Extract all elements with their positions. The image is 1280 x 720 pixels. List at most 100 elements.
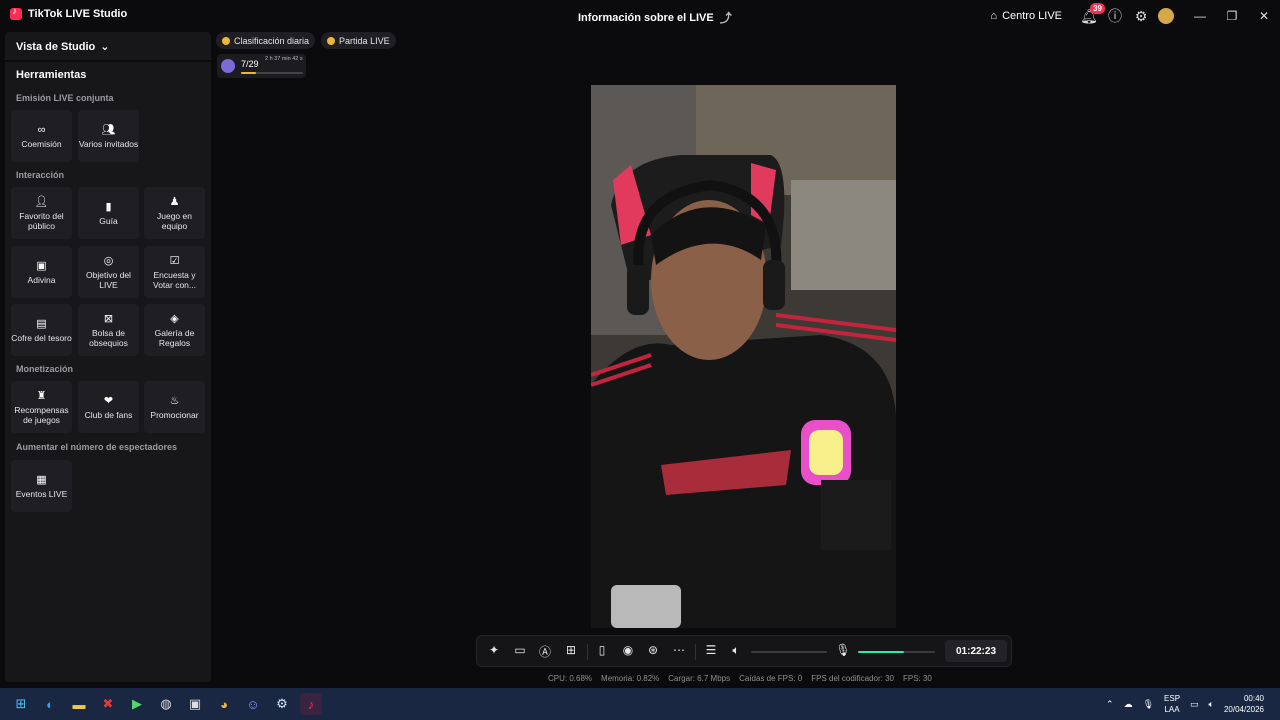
- edge-browser-icon[interactable]: ◐: [39, 693, 61, 715]
- tool-label: Recompensas de juegos: [14, 404, 69, 425]
- volume-icon[interactable]: 🔈︎: [1209, 699, 1214, 710]
- upload-stat: Cargar: 6.7 Mbps: [668, 674, 731, 683]
- tool-eventos[interactable]: ▦ Eventos LIVE: [11, 460, 72, 512]
- speaker-volume-slider[interactable]: [751, 651, 827, 653]
- tool-juego-equipo[interactable]: ♟ Juego en equipo: [144, 187, 205, 239]
- mic-tray-icon[interactable]: 🎙︎: [1143, 699, 1154, 710]
- live-video-preview[interactable]: [591, 85, 896, 628]
- section-joint-live: Emisión LIVE conjunta: [16, 93, 114, 103]
- tool-recompensas[interactable]: ♜ Recompensas de juegos: [11, 381, 72, 433]
- tool-label: Encuesta y Votar con...: [153, 269, 196, 290]
- tool-label: Galería de Regalos: [154, 327, 195, 348]
- title-bar: TikTok LIVE Studio Información sobre el …: [0, 0, 1280, 32]
- notifications-button[interactable]: 🔔︎ 39: [1076, 0, 1105, 32]
- chip-label: Partida LIVE: [339, 35, 390, 46]
- help-button[interactable]: ⓘ: [1102, 0, 1128, 32]
- mic-volume-fill: [858, 651, 905, 653]
- goal-badge-icon: [221, 59, 235, 73]
- divider: [5, 60, 211, 62]
- mixer-icon[interactable]: ☰: [703, 643, 719, 657]
- live-info-title[interactable]: Información sobre el LIVE ⤴: [578, 9, 732, 26]
- microphone-icon[interactable]: 🎙︎: [835, 643, 851, 657]
- steam-icon[interactable]: ⚙: [271, 693, 293, 715]
- more-icon[interactable]: ⋯: [671, 643, 687, 657]
- top-chips: Clasificación diaria Partida LIVE: [216, 32, 396, 49]
- minimize-button[interactable]: —: [1184, 0, 1216, 32]
- tool-favorito[interactable]: 👤︎ Favorito del público: [11, 187, 72, 239]
- camera-effects-icon[interactable]: ⊛: [645, 643, 661, 657]
- tool-club-fans[interactable]: ❤ Club de fans: [78, 381, 139, 433]
- tool-guia[interactable]: ▮ Guía: [78, 187, 139, 239]
- record-icon[interactable]: ◉: [620, 643, 636, 657]
- live-match-chip[interactable]: Partida LIVE: [321, 32, 396, 49]
- lang-code: ESP: [1164, 694, 1181, 703]
- chevron-up-icon[interactable]: ⌃: [1106, 699, 1114, 710]
- match-icon: [327, 36, 336, 45]
- tool-label: Guía: [99, 215, 118, 226]
- tool-encuesta[interactable]: ☑ Encuesta y Votar con...: [144, 246, 205, 298]
- studio-view-dropdown[interactable]: Vista de Studio ⌄: [16, 40, 109, 54]
- language-indicator[interactable]: ESP LAA: [1164, 693, 1180, 715]
- windows-start-icon[interactable]: ⊞: [10, 693, 32, 715]
- tool-label: Favorito del público: [19, 210, 64, 231]
- chip-label: Clasificación diaria: [234, 35, 310, 46]
- portrait-layout-icon[interactable]: ▯: [594, 643, 610, 657]
- file-explorer-icon[interactable]: ▬: [68, 693, 90, 715]
- play-app-icon[interactable]: ▶: [126, 693, 148, 715]
- flame-icon: ♨: [169, 394, 180, 407]
- section-viewers: Aumentar el número de espectadores: [16, 442, 178, 452]
- tiktok-live-studio-icon[interactable]: ♪: [300, 693, 322, 715]
- share-icon[interactable]: ⤴: [720, 9, 732, 26]
- centro-live-button[interactable]: ⌂ Centro LIVE: [990, 10, 1062, 22]
- app-x-icon[interactable]: ✖: [97, 693, 119, 715]
- goal-progress-card[interactable]: 7/29 2 h 37 min 42 s: [217, 54, 306, 78]
- daily-ranking-chip[interactable]: Clasificación diaria: [216, 32, 316, 49]
- magic-wand-icon[interactable]: ✦: [486, 643, 502, 657]
- windows-taskbar: ⊞ ◐ ▬ ✖ ▶ ◍ ▣ ◕ ☺ ⚙ ♪ ⌃ ☁ 🎙︎ ESP LAA ▭ 🔈…: [0, 688, 1280, 720]
- tool-adivina[interactable]: ▣ Adivina: [11, 246, 72, 298]
- screen-share-icon[interactable]: ▭: [512, 643, 528, 657]
- gift-bag-icon: ⊠: [103, 312, 114, 325]
- discord-icon[interactable]: ☺: [242, 693, 264, 715]
- tools-sidebar: Vista de Studio ⌄ Herramientas Emisión L…: [5, 32, 211, 682]
- tool-label: Club de fans: [84, 409, 133, 420]
- app-name: TikTok LIVE Studio: [28, 8, 128, 20]
- encoder-fps-stat: FPS del codificador: 30: [811, 674, 894, 683]
- tool-cofre[interactable]: ▤ Cofre del tesoro: [11, 304, 72, 356]
- book-icon: ▮: [105, 200, 112, 213]
- memory-stat: Memoria: 0.82%: [601, 674, 660, 683]
- add-source-icon[interactable]: ⊞: [563, 643, 579, 657]
- settings-button[interactable]: ⚙: [1128, 0, 1154, 32]
- fps-stat: FPS: 30: [902, 674, 932, 683]
- gear-icon: ⚙: [1134, 7, 1148, 24]
- tool-promocionar[interactable]: ♨ Promocionar: [144, 381, 205, 433]
- network-icon[interactable]: ▭: [1190, 699, 1199, 710]
- speaker-icon[interactable]: 🔈︎: [728, 643, 744, 658]
- tool-coemision[interactable]: ∞ Coemisión: [11, 110, 72, 162]
- live-timer: 01:22:23: [945, 640, 1007, 662]
- target-icon: ◎: [103, 254, 114, 267]
- editor-app-icon[interactable]: ▣: [184, 693, 206, 715]
- system-clock[interactable]: 00:40 20/04/2026: [1224, 693, 1264, 715]
- mic-volume-slider[interactable]: [858, 651, 935, 653]
- home-icon: ⌂: [990, 10, 998, 22]
- tiktok-logo-icon: [10, 6, 22, 20]
- tool-galeria[interactable]: ◈ Galería de Regalos: [144, 304, 205, 356]
- tool-label: Objetivo del LIVE: [86, 269, 131, 290]
- ai-icon[interactable]: Ⓐ: [537, 643, 553, 660]
- tool-label: Cofre del tesoro: [11, 332, 72, 343]
- chrome-icon[interactable]: ◕: [213, 693, 235, 715]
- close-button[interactable]: ✕: [1248, 0, 1280, 32]
- avatar[interactable]: [1158, 8, 1174, 24]
- clock-date: 20/04/2026: [1223, 705, 1264, 714]
- tool-bolsa[interactable]: ⊠ Bolsa de obsequios: [78, 304, 139, 356]
- cloud-icon[interactable]: ☁: [1124, 699, 1133, 710]
- restore-button[interactable]: ❐: [1216, 0, 1248, 32]
- team-game-icon: ♟: [169, 195, 180, 208]
- tool-objetivo[interactable]: ◎ Objetivo del LIVE: [78, 246, 139, 298]
- obs-icon[interactable]: ◍: [155, 693, 177, 715]
- tools-heading: Herramientas: [16, 69, 87, 81]
- chest-icon: ▤: [36, 317, 47, 330]
- system-tray: ⌃ ☁ 🎙︎ ESP LAA ▭ 🔈︎ 00:40 20/04/2026: [1106, 688, 1280, 720]
- tool-varios-invitados[interactable]: 👥︎ Varios invitados: [78, 110, 139, 162]
